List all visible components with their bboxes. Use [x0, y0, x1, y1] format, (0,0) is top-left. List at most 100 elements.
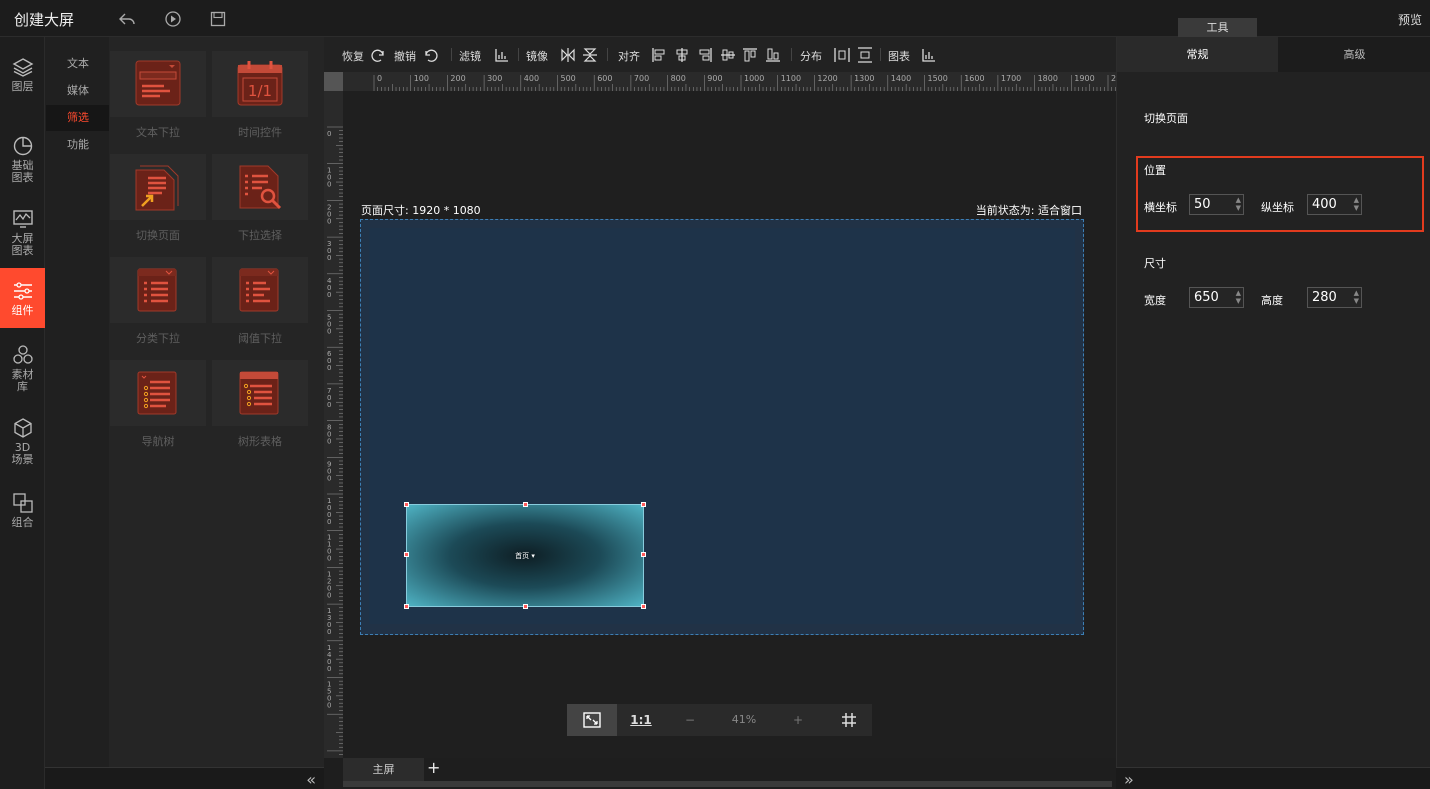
nav-item-label: 图层	[11, 80, 34, 93]
add-page-button[interactable]: +	[427, 758, 440, 777]
ruler-label: 0	[327, 591, 331, 599]
ruler-label: 1700	[1001, 74, 1021, 83]
resize-handle-ne[interactable]	[641, 502, 646, 507]
width-value: 650	[1194, 290, 1219, 305]
component-dropdown-select[interactable]	[212, 154, 308, 220]
align-middle-icon[interactable]	[720, 47, 736, 63]
tool-tab[interactable]: 工具	[1178, 18, 1257, 37]
resize-handle-se[interactable]	[641, 604, 646, 609]
page-tab-main[interactable]: 主屏	[343, 758, 424, 781]
distribute-horizontal-icon[interactable]	[834, 47, 850, 63]
nav-item-components[interactable]: 组件	[0, 268, 45, 328]
position-highlight-box	[1136, 156, 1424, 232]
subtab-text[interactable]: 文本	[46, 51, 109, 77]
left-panel-footer: «	[45, 767, 324, 789]
component-threshold-dropdown[interactable]	[212, 257, 308, 323]
zoom-in-button[interactable]: +	[773, 704, 823, 736]
text-dropdown-icon	[135, 60, 181, 106]
mirror-button[interactable]: 镜像	[526, 48, 548, 64]
align-left-icon[interactable]	[651, 47, 667, 63]
nav-item-label: 组合	[11, 516, 34, 529]
actual-size-button[interactable]: 1:1	[617, 704, 665, 736]
resize-handle-n[interactable]	[523, 502, 528, 507]
component-category-dropdown[interactable]	[110, 257, 206, 323]
component-tree-table[interactable]	[212, 360, 308, 426]
align-bottom-icon[interactable]	[765, 47, 781, 63]
nav-item-screen-charts[interactable]: 大屏 图表	[0, 208, 45, 257]
zoom-out-button[interactable]: −	[665, 704, 715, 736]
height-label: 高度	[1261, 294, 1283, 307]
undo-button[interactable]: 撤销	[394, 48, 416, 64]
ruler-label: 1900	[1074, 74, 1094, 83]
canvas-area: 页面尺寸: 1920 * 1080 当前状态为: 适合窗口 首页 ▾	[343, 91, 1116, 758]
page-frame[interactable]: 首页 ▾	[360, 219, 1084, 635]
component-label: 树形表格	[238, 435, 282, 448]
nav-item-3d-scene[interactable]: 3D 场景	[0, 417, 45, 466]
component-switch-page[interactable]	[110, 154, 206, 220]
align-right-icon[interactable]	[697, 47, 713, 63]
ruler-label: 1100	[781, 74, 801, 83]
collapse-right-icon[interactable]: »	[1124, 770, 1134, 789]
canvas-state-label: 当前状态为: 适合窗口	[975, 204, 1082, 217]
nav-item-assets[interactable]: 素材 库	[0, 344, 45, 393]
width-input[interactable]: 650 ▲ ▼	[1189, 287, 1244, 308]
nav-item-layers[interactable]: 图层	[0, 56, 45, 93]
toolbar-divider	[518, 48, 519, 61]
filter-chart-icon[interactable]	[494, 47, 510, 63]
width-label: 宽度	[1144, 294, 1166, 307]
nav-item-basic-charts[interactable]: 基础 图表	[0, 135, 45, 184]
combine-icon	[12, 493, 33, 513]
ruler-label: 1000	[744, 74, 764, 83]
height-input[interactable]: 280 ▲ ▼	[1307, 287, 1362, 308]
component-time-control[interactable]: 1/1	[212, 51, 308, 117]
page-tabs: 主屏 +	[324, 758, 1116, 789]
redo-button[interactable]: 恢复	[342, 48, 364, 64]
tab-advanced[interactable]: 高级	[1278, 37, 1430, 72]
resize-handle-sw[interactable]	[404, 604, 409, 609]
grid-toggle-button[interactable]	[825, 704, 872, 736]
play-icon[interactable]	[164, 10, 182, 28]
distribute-vertical-icon[interactable]	[857, 47, 873, 63]
align-top-icon[interactable]	[742, 47, 758, 63]
component-label: 时间控件	[238, 126, 282, 139]
horizontal-ruler: 0 100 200 300 400 500 600 700 800 900 1000 1100 1200…	[343, 72, 1116, 91]
subtab-function[interactable]: 功能	[46, 132, 109, 158]
redo-icon[interactable]	[370, 47, 386, 63]
resize-handle-s[interactable]	[523, 604, 528, 609]
distribute-button[interactable]: 分布	[800, 48, 822, 64]
collapse-left-icon[interactable]: «	[306, 770, 316, 789]
tab-general[interactable]: 常规	[1117, 37, 1278, 72]
ruler-label: 500	[561, 74, 576, 83]
spinner-icon[interactable]: ▲ ▼	[1354, 289, 1359, 305]
subtab-media[interactable]: 媒体	[46, 78, 109, 104]
ruler-label: 1800	[1038, 74, 1058, 83]
resize-handle-nw[interactable]	[404, 502, 409, 507]
component-nav-tree[interactable]	[110, 360, 206, 426]
resize-handle-w[interactable]	[404, 552, 409, 557]
sliders-icon	[13, 282, 32, 300]
component-text-dropdown[interactable]	[110, 51, 206, 117]
nav-item-combine[interactable]: 组合	[0, 492, 45, 529]
mirror-vertical-icon[interactable]	[582, 47, 598, 63]
mirror-horizontal-icon[interactable]	[560, 47, 576, 63]
switch-page-widget[interactable]: 首页 ▾	[404, 502, 646, 609]
save-icon[interactable]	[209, 10, 227, 28]
spinner-icon[interactable]: ▲ ▼	[1236, 289, 1241, 305]
align-button[interactable]: 对齐	[618, 48, 640, 64]
toolbar-divider	[451, 48, 452, 61]
chart-icon[interactable]	[921, 47, 937, 63]
undo-icon[interactable]	[423, 47, 439, 63]
chart-button[interactable]: 图表	[888, 48, 910, 64]
fit-window-button[interactable]	[567, 704, 617, 736]
subtab-filter[interactable]: 筛选	[46, 105, 109, 131]
resize-handle-e[interactable]	[641, 552, 646, 557]
horizontal-scrollbar[interactable]	[343, 781, 1112, 787]
preview-button[interactable]: 预览	[1398, 11, 1422, 28]
filter-button[interactable]: 滤镜	[459, 48, 481, 64]
align-center-h-icon[interactable]	[674, 47, 690, 63]
hexagons-icon	[12, 345, 33, 364]
back-icon[interactable]	[118, 10, 136, 28]
nav-item-label: 基础 图表	[11, 159, 34, 184]
ruler-label: 1600	[964, 74, 984, 83]
height-value: 280	[1312, 290, 1337, 305]
